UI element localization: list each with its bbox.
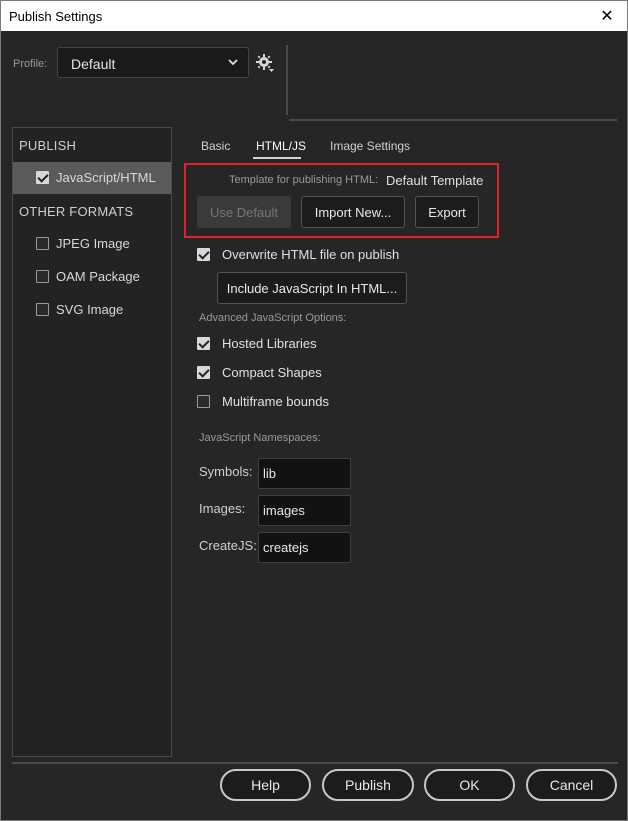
other-formats-header: OTHER FORMATS (19, 204, 134, 219)
active-tab-indicator (253, 157, 301, 159)
close-button[interactable]: ✕ (587, 1, 627, 31)
cancel-button[interactable]: Cancel (526, 769, 617, 801)
include-javascript-button[interactable]: Include JavaScript In HTML... (217, 272, 407, 304)
svg-checkbox[interactable] (36, 303, 49, 316)
sidebar-item-jpeg[interactable]: JPEG Image (13, 228, 171, 260)
images-input[interactable]: images (258, 495, 351, 526)
ok-button[interactable]: OK (424, 769, 515, 801)
gear-icon[interactable] (255, 53, 275, 73)
use-default-button[interactable]: Use Default (197, 196, 291, 228)
createjs-label: CreateJS: (199, 538, 257, 553)
overwrite-checkbox[interactable] (197, 248, 210, 261)
symbols-label: Symbols: (199, 464, 253, 479)
publish-header: PUBLISH (19, 138, 77, 153)
export-button[interactable]: Export (415, 196, 479, 228)
sidebar-item-label: JPEG Image (56, 236, 130, 251)
hosted-libraries-label: Hosted Libraries (222, 336, 317, 351)
compact-shapes-checkbox[interactable] (197, 366, 210, 379)
images-label: Images: (199, 501, 246, 516)
profile-dropdown[interactable]: Default (57, 47, 249, 78)
publish-button[interactable]: Publish (322, 769, 414, 801)
tab-image-settings[interactable]: Image Settings (330, 139, 410, 153)
overwrite-label: Overwrite HTML file on publish (222, 247, 400, 262)
template-label: Template for publishing HTML: (229, 174, 379, 186)
oam-checkbox[interactable] (36, 270, 49, 283)
compact-shapes-label: Compact Shapes (222, 365, 322, 380)
createjs-input[interactable]: createjs (258, 532, 351, 563)
advanced-options-header: Advanced JavaScript Options: (199, 312, 347, 324)
javascript-html-checkbox[interactable] (36, 171, 49, 184)
multiframe-bounds-checkbox[interactable] (197, 395, 210, 408)
sidebar-item-label: JavaScript/HTML (56, 170, 156, 185)
jpeg-checkbox[interactable] (36, 237, 49, 250)
profile-value: Default (71, 56, 116, 72)
tab-html-js[interactable]: HTML/JS (256, 139, 306, 153)
dialog-body: Profile: Default PUBLISH JavaScript/HTML… (1, 31, 627, 820)
sidebar-item-label: OAM Package (56, 269, 140, 284)
tab-basic[interactable]: Basic (201, 139, 230, 153)
close-icon: ✕ (600, 8, 614, 25)
window-title: Publish Settings (9, 9, 103, 24)
publish-settings-dialog: Publish Settings ✕ Profile: Default PUBL… (0, 0, 628, 821)
format-sidebar: PUBLISH JavaScript/HTML OTHER FORMATS JP… (12, 127, 172, 757)
namespaces-header: JavaScript Namespaces: (199, 432, 321, 444)
template-value: Default Template (386, 173, 484, 188)
divider-vertical (286, 45, 288, 115)
help-button[interactable]: Help (220, 769, 311, 801)
divider-top (289, 119, 617, 121)
title-bar: Publish Settings ✕ (1, 1, 627, 31)
sidebar-item-oam[interactable]: OAM Package (13, 261, 171, 293)
sidebar-item-javascript-html[interactable]: JavaScript/HTML (13, 162, 171, 194)
chevron-down-icon (228, 59, 238, 66)
sidebar-item-label: SVG Image (56, 302, 124, 317)
sidebar-item-svg[interactable]: SVG Image (13, 294, 171, 326)
symbols-input[interactable]: lib (258, 458, 351, 489)
divider-bottom (12, 762, 618, 764)
hosted-libraries-checkbox[interactable] (197, 337, 210, 350)
multiframe-bounds-label: Multiframe bounds (222, 394, 329, 409)
profile-label: Profile: (13, 58, 48, 70)
import-new-button[interactable]: Import New... (301, 196, 405, 228)
